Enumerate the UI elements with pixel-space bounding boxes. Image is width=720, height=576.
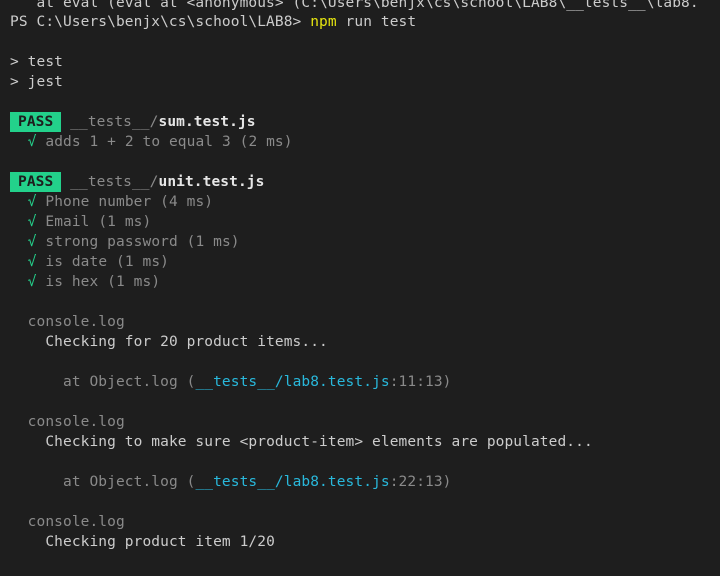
test-name: Email (1 ms) bbox=[45, 214, 152, 230]
test-result-line: √ strong password (1 ms) bbox=[10, 232, 240, 252]
location-line-col: :11:13) bbox=[389, 374, 452, 390]
prompt-path: PS C:\Users\benjx\cs\school\LAB8> bbox=[10, 14, 311, 30]
test-result-line: √ is hex (1 ms) bbox=[10, 272, 160, 292]
test-result-line: √ is date (1 ms) bbox=[10, 252, 169, 272]
check-icon: √ bbox=[27, 194, 37, 210]
suite-dir: __tests__/ bbox=[70, 114, 159, 130]
suite-file: sum.test.js bbox=[158, 114, 256, 130]
prompt-command-args: run test bbox=[336, 14, 417, 30]
test-suite-header-sum: PASS __tests__/sum.test.js bbox=[10, 112, 256, 132]
console-log-header: console.log bbox=[10, 512, 125, 532]
test-name: is hex (1 ms) bbox=[45, 274, 161, 290]
check-icon: √ bbox=[27, 234, 37, 250]
check-icon: √ bbox=[27, 254, 37, 270]
console-log-label: console.log bbox=[27, 414, 125, 430]
test-result-line: √ Phone number (4 ms) bbox=[10, 192, 213, 212]
script-line-test: > test bbox=[10, 52, 63, 72]
test-result-line: √ Email (1 ms) bbox=[10, 212, 152, 232]
pass-badge: PASS bbox=[10, 112, 62, 132]
console-log-header: console.log bbox=[10, 312, 125, 332]
prompt-command-npm: npm bbox=[310, 14, 337, 30]
console-log-text: Checking for 20 product items... bbox=[45, 334, 328, 350]
stack-trace-text: at eval (eval at <anonymous> (C:\Users\b… bbox=[10, 0, 699, 11]
console-log-location: at Object.log (__tests__/lab8.test.js:22… bbox=[10, 472, 452, 492]
test-name: Phone number (4 ms) bbox=[45, 194, 214, 210]
location-line-col: :22:13) bbox=[389, 474, 452, 490]
check-icon: √ bbox=[27, 274, 37, 290]
script-line-jest: > jest bbox=[10, 72, 63, 92]
console-log-location: at Object.log (__tests__/lab8.test.js:11… bbox=[10, 372, 452, 392]
console-log-text: Checking product item 1/20 bbox=[45, 534, 275, 550]
test-name: strong password (1 ms) bbox=[45, 234, 240, 250]
file-link[interactable]: __tests__/lab8.test.js bbox=[195, 474, 389, 490]
console-log-label: console.log bbox=[27, 514, 125, 530]
test-result-line: √ adds 1 + 2 to equal 3 (2 ms) bbox=[10, 132, 293, 152]
pass-badge: PASS bbox=[10, 172, 62, 192]
test-suite-header-unit: PASS __tests__/unit.test.js bbox=[10, 172, 264, 192]
file-link[interactable]: __tests__/lab8.test.js bbox=[195, 374, 389, 390]
test-name: is date (1 ms) bbox=[45, 254, 169, 270]
script-line-text: > test bbox=[10, 54, 63, 70]
terminal-prompt-line: PS C:\Users\benjx\cs\school\LAB8> npm ru… bbox=[10, 12, 416, 32]
console-log-message: Checking to make sure <product-item> ele… bbox=[10, 432, 593, 452]
suite-file: unit.test.js bbox=[158, 174, 265, 190]
location-prefix: at Object.log ( bbox=[62, 374, 196, 390]
check-icon: √ bbox=[27, 134, 37, 150]
check-icon: √ bbox=[27, 214, 37, 230]
location-prefix: at Object.log ( bbox=[62, 474, 196, 490]
console-log-label: console.log bbox=[27, 314, 125, 330]
console-log-header: console.log bbox=[10, 412, 125, 432]
terminal-output[interactable]: at eval (eval at <anonymous> (C:\Users\b… bbox=[0, 0, 720, 576]
script-line-text: > jest bbox=[10, 74, 63, 90]
suite-dir: __tests__/ bbox=[70, 174, 159, 190]
console-log-text: Checking to make sure <product-item> ele… bbox=[45, 434, 593, 450]
console-log-message: Checking for 20 product items... bbox=[10, 332, 328, 352]
console-log-message: Checking product item 1/20 bbox=[10, 532, 275, 552]
test-name: adds 1 + 2 to equal 3 (2 ms) bbox=[45, 134, 293, 150]
